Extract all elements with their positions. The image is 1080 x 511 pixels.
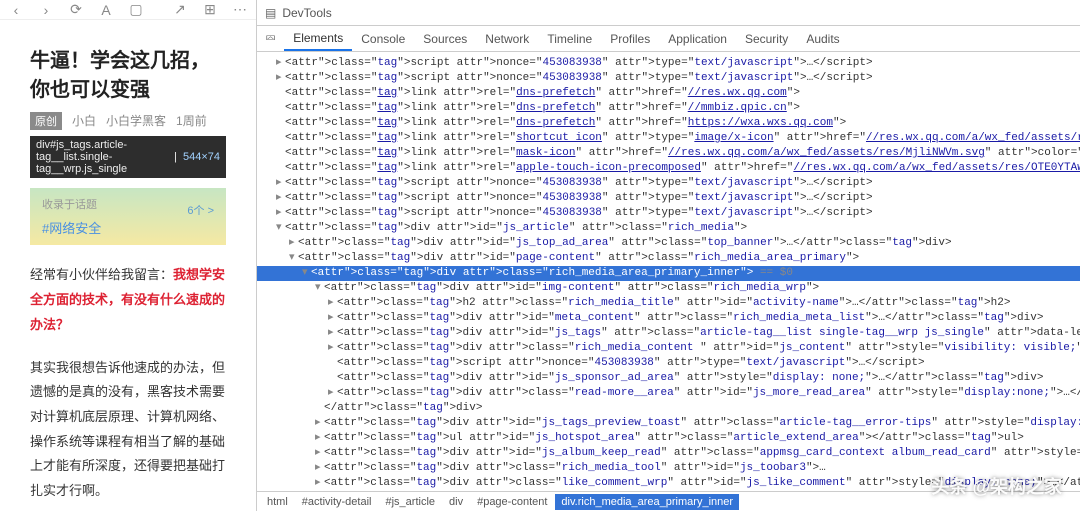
tag-card[interactable]: 收录于话题 #网络安全 6个 > — [30, 188, 226, 245]
dom-tree[interactable]: ▸<attr">class="tag">script attr">nonce="… — [257, 52, 1080, 491]
forward-icon[interactable]: › — [38, 2, 54, 18]
devtools-icon: ▤ — [265, 6, 276, 20]
devtools-tab-profiles[interactable]: Profiles — [601, 26, 659, 51]
dom-node[interactable]: ▸<attr">class="tag">div attr">id="js_tag… — [257, 416, 1080, 431]
breadcrumb-item[interactable]: div.rich_media_area_primary_inner — [555, 494, 739, 510]
author-2: 小白学黑客 — [106, 112, 166, 130]
author-1: 小白 — [72, 112, 96, 130]
dom-node[interactable]: ▸<attr">class="tag">script attr">nonce="… — [257, 191, 1080, 206]
share-icon[interactable]: ↗ — [172, 2, 188, 18]
breadcrumb[interactable]: html#activity-detail#js_articlediv#page-… — [257, 491, 1080, 511]
dom-node[interactable]: ▸<attr">class="tag">div attr">class="lik… — [257, 476, 1080, 491]
dom-node[interactable]: </attr">class="tag">div> — [257, 401, 1080, 416]
dom-node[interactable]: ▾<attr">class="tag">div attr">id="img-co… — [257, 281, 1080, 296]
dom-node[interactable]: ▸<attr">class="tag">script attr">nonce="… — [257, 206, 1080, 221]
dom-node[interactable]: <attr">class="tag">link attr">rel="apple… — [257, 161, 1080, 176]
dom-node[interactable]: ▸<attr">class="tag">div attr">id="js_top… — [257, 236, 1080, 251]
square-outline-icon[interactable]: ▢ — [128, 2, 144, 18]
dom-node[interactable]: ▾<attr">class="tag">div attr">id="js_art… — [257, 221, 1080, 236]
dom-node[interactable]: ▸<attr">class="tag">div attr">class="ric… — [257, 461, 1080, 476]
source-badge: 原创 — [30, 112, 62, 130]
devtools-tab-network[interactable]: Network — [476, 26, 538, 51]
devtools-tab-security[interactable]: Security — [736, 26, 797, 51]
webpage-pane: ‹ › ⟳ A ▢ ↗ ⊞ ⋯ 牛逼！学会这几招，你也可以变强 原创 小白 小白… — [0, 0, 257, 511]
back-icon[interactable]: ‹ — [8, 2, 24, 18]
dom-node[interactable]: <attr">class="tag">link attr">rel="dns-p… — [257, 101, 1080, 116]
font-icon[interactable]: A — [98, 2, 114, 18]
devtools-tab-elements[interactable]: Elements — [284, 26, 352, 51]
dom-node[interactable]: ▸<attr">class="tag">div attr">id="meta_c… — [257, 311, 1080, 326]
dom-node[interactable]: ▸<attr">class="tag">script attr">nonce="… — [257, 71, 1080, 86]
kebab-icon[interactable]: ⋯ — [232, 2, 248, 18]
dom-node[interactable]: ▸<attr">class="tag">ul attr">id="js_hots… — [257, 431, 1080, 446]
dom-node[interactable]: ▾<attr">class="tag">div attr">class="ric… — [257, 266, 1080, 281]
divider: | — [174, 151, 177, 163]
article-content: 牛逼！学会这几招，你也可以变强 原创 小白 小白学黑客 1周前 div#js_t… — [0, 20, 256, 511]
dom-node[interactable]: ▸<attr">class="tag">h2 attr">class="rich… — [257, 296, 1080, 311]
tooltip-selector: div#js_tags.article-tag__list.single-tag… — [36, 139, 168, 175]
dom-node[interactable]: ▸<attr">class="tag">script attr">nonce="… — [257, 56, 1080, 71]
devtools-tab-application[interactable]: Application — [659, 26, 736, 51]
breadcrumb-item[interactable]: div — [443, 494, 469, 510]
dom-node[interactable]: <attr">class="tag">link attr">rel="short… — [257, 131, 1080, 146]
reload-icon[interactable]: ⟳ — [68, 2, 84, 18]
devtools-titlebar: ▤ DevTools — ☐ ✕ — [257, 0, 1080, 26]
devtools-tab-sources[interactable]: Sources — [414, 26, 476, 51]
dom-node[interactable]: ▸<attr">class="tag">div attr">id="js_alb… — [257, 446, 1080, 461]
devtools-tab-console[interactable]: Console — [352, 26, 414, 51]
dom-node[interactable]: <attr">class="tag">div attr">id="js_spon… — [257, 371, 1080, 386]
tag-link[interactable]: #网络安全 — [42, 218, 214, 237]
dom-node[interactable]: <attr">class="tag">script attr">nonce="4… — [257, 356, 1080, 371]
inspect-tooltip: div#js_tags.article-tag__list.single-tag… — [30, 136, 226, 178]
breadcrumb-item[interactable]: #page-content — [471, 494, 553, 510]
breadcrumb-item[interactable]: #activity-detail — [296, 494, 378, 510]
dom-node[interactable]: ▾<attr">class="tag">div attr">id="page-c… — [257, 251, 1080, 266]
devtools-tabbar: ⮹ ElementsConsoleSourcesNetworkTimelineP… — [257, 26, 1080, 52]
publish-time: 1周前 — [176, 112, 207, 130]
paragraph-2: 其实我很想告诉他速成的办法，但遗憾的是真的没有，黑客技术需要对计算机底层原理、计… — [30, 356, 226, 504]
dom-node[interactable]: ▸<attr">class="tag">div attr">class="ric… — [257, 341, 1080, 356]
tooltip-dimensions: 544×74 — [183, 151, 220, 163]
dom-node[interactable]: ▸<attr">class="tag">div attr">class="rea… — [257, 386, 1080, 401]
devtools-tab-audits[interactable]: Audits — [797, 26, 848, 51]
breadcrumb-item[interactable]: #js_article — [379, 494, 441, 510]
devtools-pane: ▤ DevTools — ☐ ✕ ⮹ ElementsConsoleSource… — [257, 0, 1080, 511]
article-meta: 原创 小白 小白学黑客 1周前 — [30, 112, 226, 130]
dom-node[interactable]: ▸<attr">class="tag">div attr">id="js_tag… — [257, 326, 1080, 341]
browser-toolbar: ‹ › ⟳ A ▢ ↗ ⊞ ⋯ — [0, 0, 256, 20]
devtools-tab-timeline[interactable]: Timeline — [538, 26, 601, 51]
dom-node[interactable]: ▸<attr">class="tag">script attr">nonce="… — [257, 176, 1080, 191]
dom-node[interactable]: <attr">class="tag">link attr">rel="dns-p… — [257, 116, 1080, 131]
inspect-picker-icon[interactable]: ⮹ — [257, 30, 284, 47]
dom-node[interactable]: <attr">class="tag">link attr">rel="dns-p… — [257, 86, 1080, 101]
devtools-title: DevTools — [282, 6, 331, 20]
cube-icon[interactable]: ⊞ — [202, 2, 218, 18]
paragraph-1: 经常有小伙伴给我留言：我想学安全方面的技术，有没有什么速成的办法？ — [30, 263, 226, 337]
tag-count[interactable]: 6个 > — [187, 202, 214, 218]
breadcrumb-item[interactable]: html — [261, 494, 294, 510]
article-headline: 牛逼！学会这几招，你也可以变强 — [30, 44, 226, 102]
dom-node[interactable]: <attr">class="tag">link attr">rel="mask-… — [257, 146, 1080, 161]
